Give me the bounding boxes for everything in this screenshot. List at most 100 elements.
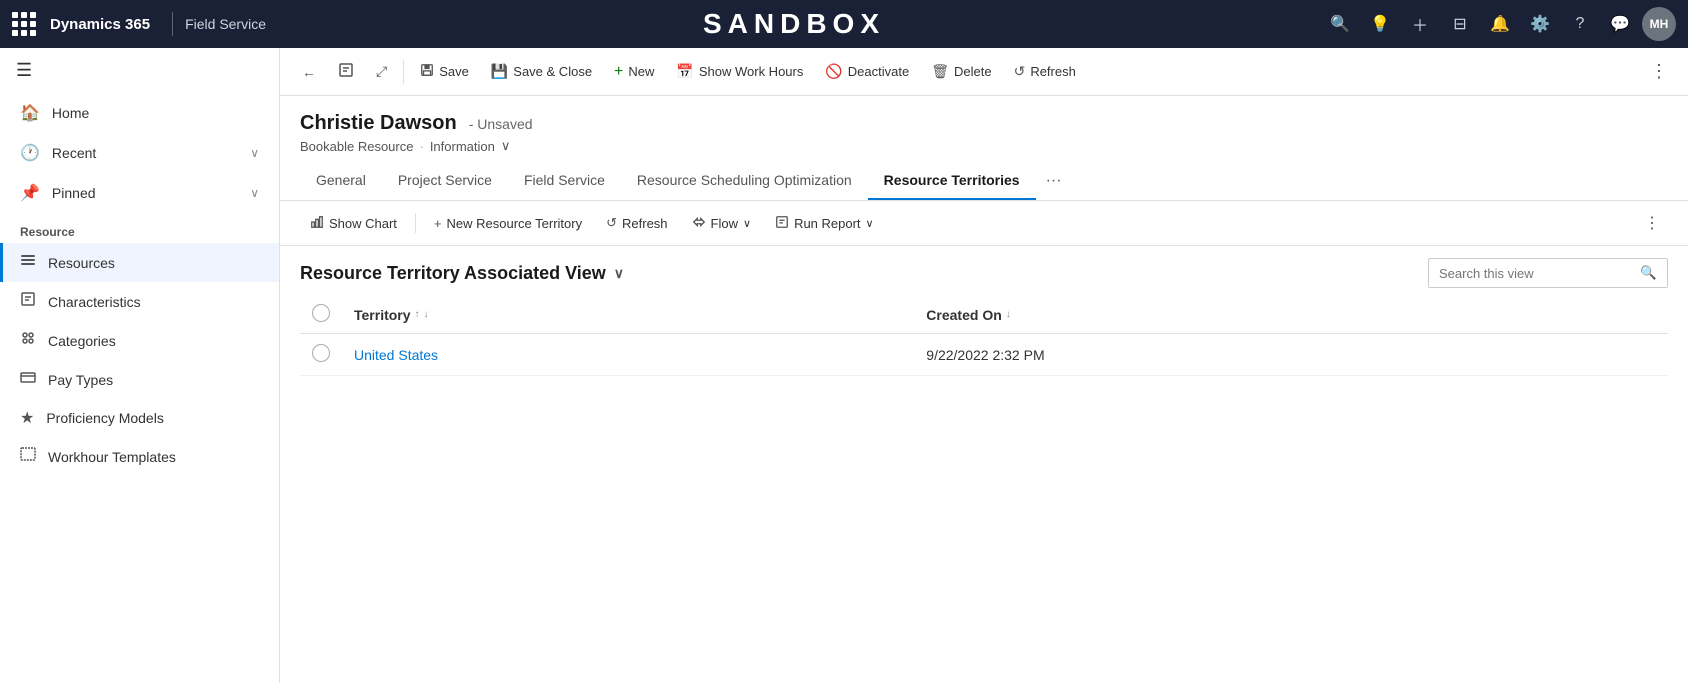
search-input[interactable]	[1429, 260, 1630, 287]
new-label: New	[628, 64, 654, 79]
form-chevron-icon[interactable]: ∨	[501, 138, 511, 154]
tabs-bar: General Project Service Field Service Re…	[280, 162, 1688, 201]
table-wrapper: Territory ↑ ↓ Created On ↓	[280, 296, 1688, 376]
run-report-button[interactable]: Run Report ∨	[765, 210, 884, 237]
deactivate-icon: 🚫	[825, 63, 842, 80]
categories-icon	[20, 330, 36, 351]
created-on-cell: 9/22/2022 2:32 PM	[914, 334, 1668, 376]
chat-icon[interactable]: 💬	[1602, 6, 1638, 42]
form-icon	[338, 62, 354, 81]
more-tabs-button[interactable]: ···	[1036, 164, 1072, 198]
save-close-label: Save & Close	[513, 64, 592, 79]
bell-icon[interactable]: 🔔	[1482, 6, 1518, 42]
tab-resource-territories[interactable]: Resource Territories	[868, 162, 1036, 200]
filter-icon[interactable]: ⊟	[1442, 6, 1478, 42]
new-resource-territory-button[interactable]: + New Resource Territory	[424, 211, 592, 236]
home-icon: 🏠	[20, 103, 40, 123]
command-bar: ← ⤢ Save 💾 Save & Close	[280, 48, 1688, 96]
characteristics-icon	[20, 291, 36, 312]
territory-cell: United States	[342, 334, 914, 376]
new-territory-plus-icon: +	[434, 216, 442, 231]
record-subtitle: Bookable Resource · Information ∨	[300, 138, 1668, 154]
hamburger-button[interactable]: ☰	[0, 48, 279, 93]
search-box: 🔍	[1428, 258, 1668, 288]
tab-general[interactable]: General	[300, 162, 382, 200]
territory-link[interactable]: United States	[354, 347, 438, 363]
sidebar-item-recent[interactable]: 🕐 Recent ∨	[0, 133, 279, 173]
deactivate-button[interactable]: 🚫 Deactivate	[815, 57, 919, 86]
pinned-chevron-icon: ∨	[250, 186, 259, 200]
sidebar-item-proficiency-label: Proficiency Models	[46, 410, 164, 426]
sub-refresh-button[interactable]: ↺ Refresh	[596, 210, 677, 236]
app-launcher-button[interactable]	[12, 12, 36, 36]
user-avatar[interactable]: MH	[1642, 7, 1676, 41]
territory-sort-button[interactable]: Territory ↑ ↓	[354, 307, 902, 323]
flow-button[interactable]: Flow ∨	[682, 210, 762, 237]
run-report-chevron-icon: ∨	[866, 217, 874, 230]
sidebar-item-recent-label: Recent	[52, 145, 96, 161]
search-submit-button[interactable]: 🔍	[1630, 259, 1667, 287]
sub-sep-1	[415, 213, 416, 233]
delete-label: Delete	[954, 64, 992, 79]
open-in-new-button[interactable]: ⤢	[366, 57, 397, 86]
more-commands-button[interactable]: ⋮	[1642, 57, 1676, 86]
sidebar-item-home[interactable]: 🏠 Home	[0, 93, 279, 133]
main-content: ← ⤢ Save 💾 Save & Close	[280, 48, 1688, 683]
show-chart-button[interactable]: Show Chart	[300, 210, 407, 237]
back-button[interactable]: ←	[292, 58, 326, 86]
territory-table: Territory ↑ ↓ Created On ↓	[300, 296, 1668, 376]
chart-icon	[310, 215, 324, 232]
save-close-button[interactable]: 💾 Save & Close	[481, 57, 602, 86]
sidebar-item-resources[interactable]: Resources	[0, 243, 279, 282]
territory-sort-desc-icon: ↓	[424, 309, 429, 320]
workhour-icon	[20, 446, 36, 467]
refresh-button[interactable]: ↺ Refresh	[1004, 57, 1086, 86]
view-title: Resource Territory Associated View ∨	[300, 263, 624, 284]
run-report-icon	[775, 215, 789, 232]
sidebar-item-workhour-label: Workhour Templates	[48, 449, 176, 465]
cmd-separator-1	[403, 60, 404, 84]
main-layout: ☰ 🏠 Home 🕐 Recent ∨ 📌 Pinned ∨ Resource …	[0, 48, 1688, 683]
sidebar-item-categories[interactable]: Categories	[0, 321, 279, 360]
sidebar-item-pinned[interactable]: 📌 Pinned ∨	[0, 173, 279, 213]
top-nav-icons: 🔍 💡 ＋ ⊟ 🔔 ⚙️ ? 💬 MH	[1322, 6, 1676, 42]
recent-chevron-icon: ∨	[250, 146, 259, 160]
table-row: United States 9/22/2022 2:32 PM	[300, 334, 1668, 376]
form-view-button[interactable]	[328, 56, 364, 87]
delete-button[interactable]: 🗑 Delete	[921, 57, 1001, 86]
tab-field-service[interactable]: Field Service	[508, 162, 621, 200]
save-button[interactable]: Save	[410, 57, 479, 86]
show-work-hours-button[interactable]: 📅 Show Work Hours	[666, 57, 813, 86]
show-chart-label: Show Chart	[329, 216, 397, 231]
sub-toolbar: Show Chart + New Resource Territory ↺ Re…	[280, 201, 1688, 246]
row-checkbox[interactable]	[312, 344, 330, 362]
run-report-label: Run Report	[794, 216, 860, 231]
recent-icon: 🕐	[20, 143, 40, 163]
select-all-col	[300, 296, 342, 334]
search-icon[interactable]: 🔍	[1322, 6, 1358, 42]
sidebar-item-pay-types[interactable]: Pay Types	[0, 360, 279, 399]
help-icon[interactable]: ?	[1562, 6, 1598, 42]
created-on-sort-button[interactable]: Created On ↓	[926, 307, 1656, 323]
resources-icon	[20, 252, 36, 273]
sidebar-item-characteristics[interactable]: Characteristics	[0, 282, 279, 321]
view-title-chevron-icon[interactable]: ∨	[614, 265, 624, 282]
sub-more-button[interactable]: ⋮	[1636, 209, 1668, 237]
new-button[interactable]: + New	[604, 57, 664, 87]
brand-title: Dynamics 365	[50, 16, 150, 33]
new-plus-icon: +	[614, 63, 623, 81]
tab-project-service[interactable]: Project Service	[382, 162, 508, 200]
select-all-checkbox[interactable]	[312, 304, 330, 322]
sub-refresh-icon: ↺	[606, 215, 617, 231]
back-icon: ←	[302, 64, 316, 80]
gear-icon[interactable]: ⚙️	[1522, 6, 1558, 42]
lightbulb-icon[interactable]: 💡	[1362, 6, 1398, 42]
sidebar-item-workhour-templates[interactable]: Workhour Templates	[0, 437, 279, 476]
territory-col-header: Territory ↑ ↓	[342, 296, 914, 334]
show-work-hours-label: Show Work Hours	[699, 64, 804, 79]
plus-icon[interactable]: ＋	[1402, 6, 1438, 42]
sidebar-item-proficiency-models[interactable]: ★ Proficiency Models	[0, 399, 279, 437]
record-header: Christie Dawson - Unsaved Bookable Resou…	[280, 96, 1688, 154]
save-icon	[420, 63, 434, 80]
tab-resource-scheduling[interactable]: Resource Scheduling Optimization	[621, 162, 868, 200]
